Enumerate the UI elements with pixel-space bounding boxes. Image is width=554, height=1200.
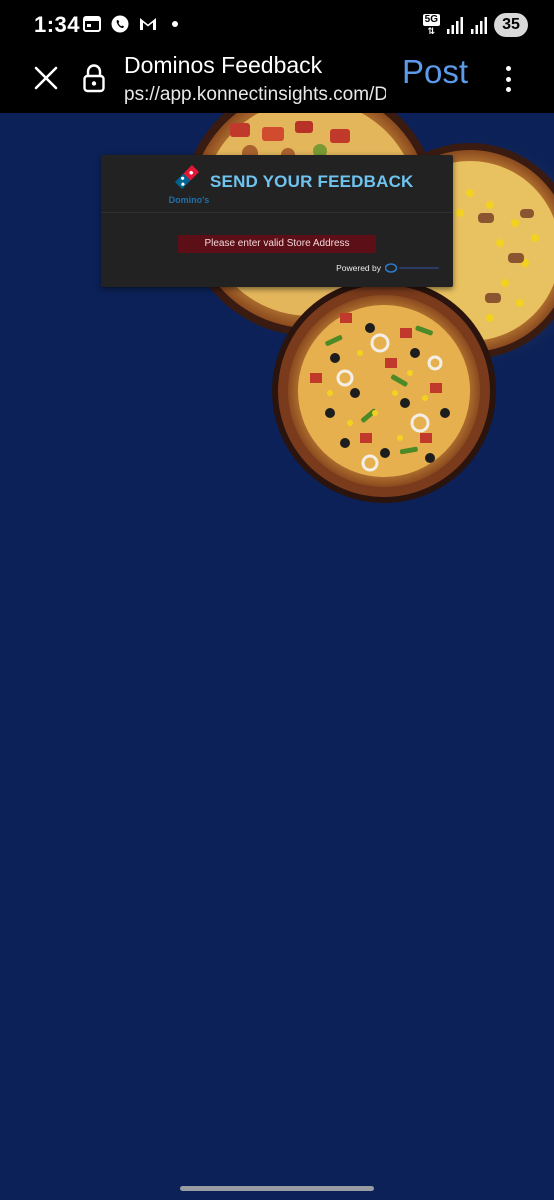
feedback-card: Domino's SEND YOUR FEEDBACK Please enter… (101, 155, 453, 287)
dominos-logo-text: Domino's (169, 195, 210, 205)
network-label: 5G (422, 14, 440, 26)
signal-icon (447, 17, 463, 34)
notification-dot-icon (172, 21, 178, 27)
network-5g-icon: 5G ⇅ (422, 14, 440, 36)
battery-icon: 35 (494, 13, 528, 37)
more-vert-icon[interactable] (498, 64, 518, 94)
status-notification-icons (82, 14, 178, 34)
powered-by: Powered by (336, 263, 441, 273)
page-url[interactable]: ps://app.konnectinsights.com/D (124, 84, 386, 106)
browser-toolbar: Dominos Feedback ps://app.konnectinsight… (0, 50, 554, 113)
dominos-logo: Domino's (169, 164, 210, 205)
status-time: 1:34 (34, 12, 81, 37)
gmail-icon (140, 18, 156, 30)
calendar-icon (83, 16, 101, 32)
lock-icon[interactable] (82, 63, 106, 93)
status-system-icons: 5G ⇅ 35 (422, 13, 528, 37)
whatsapp-icon (111, 15, 129, 33)
feedback-title: SEND YOUR FEEDBACK (210, 172, 414, 191)
signal-icon (471, 17, 487, 34)
close-icon[interactable] (30, 62, 62, 94)
konnect-insights-logo[interactable] (385, 263, 441, 273)
error-message: Please enter valid Store Address (178, 235, 376, 253)
post-button[interactable]: Post (402, 53, 468, 91)
home-indicator[interactable] (180, 1186, 374, 1191)
page-title: Dominos Feedback (124, 52, 323, 78)
powered-by-label: Powered by (336, 263, 381, 273)
status-bar: 1:34 5G ⇅ 35 (0, 0, 554, 50)
card-header: Domino's SEND YOUR FEEDBACK (101, 155, 453, 213)
